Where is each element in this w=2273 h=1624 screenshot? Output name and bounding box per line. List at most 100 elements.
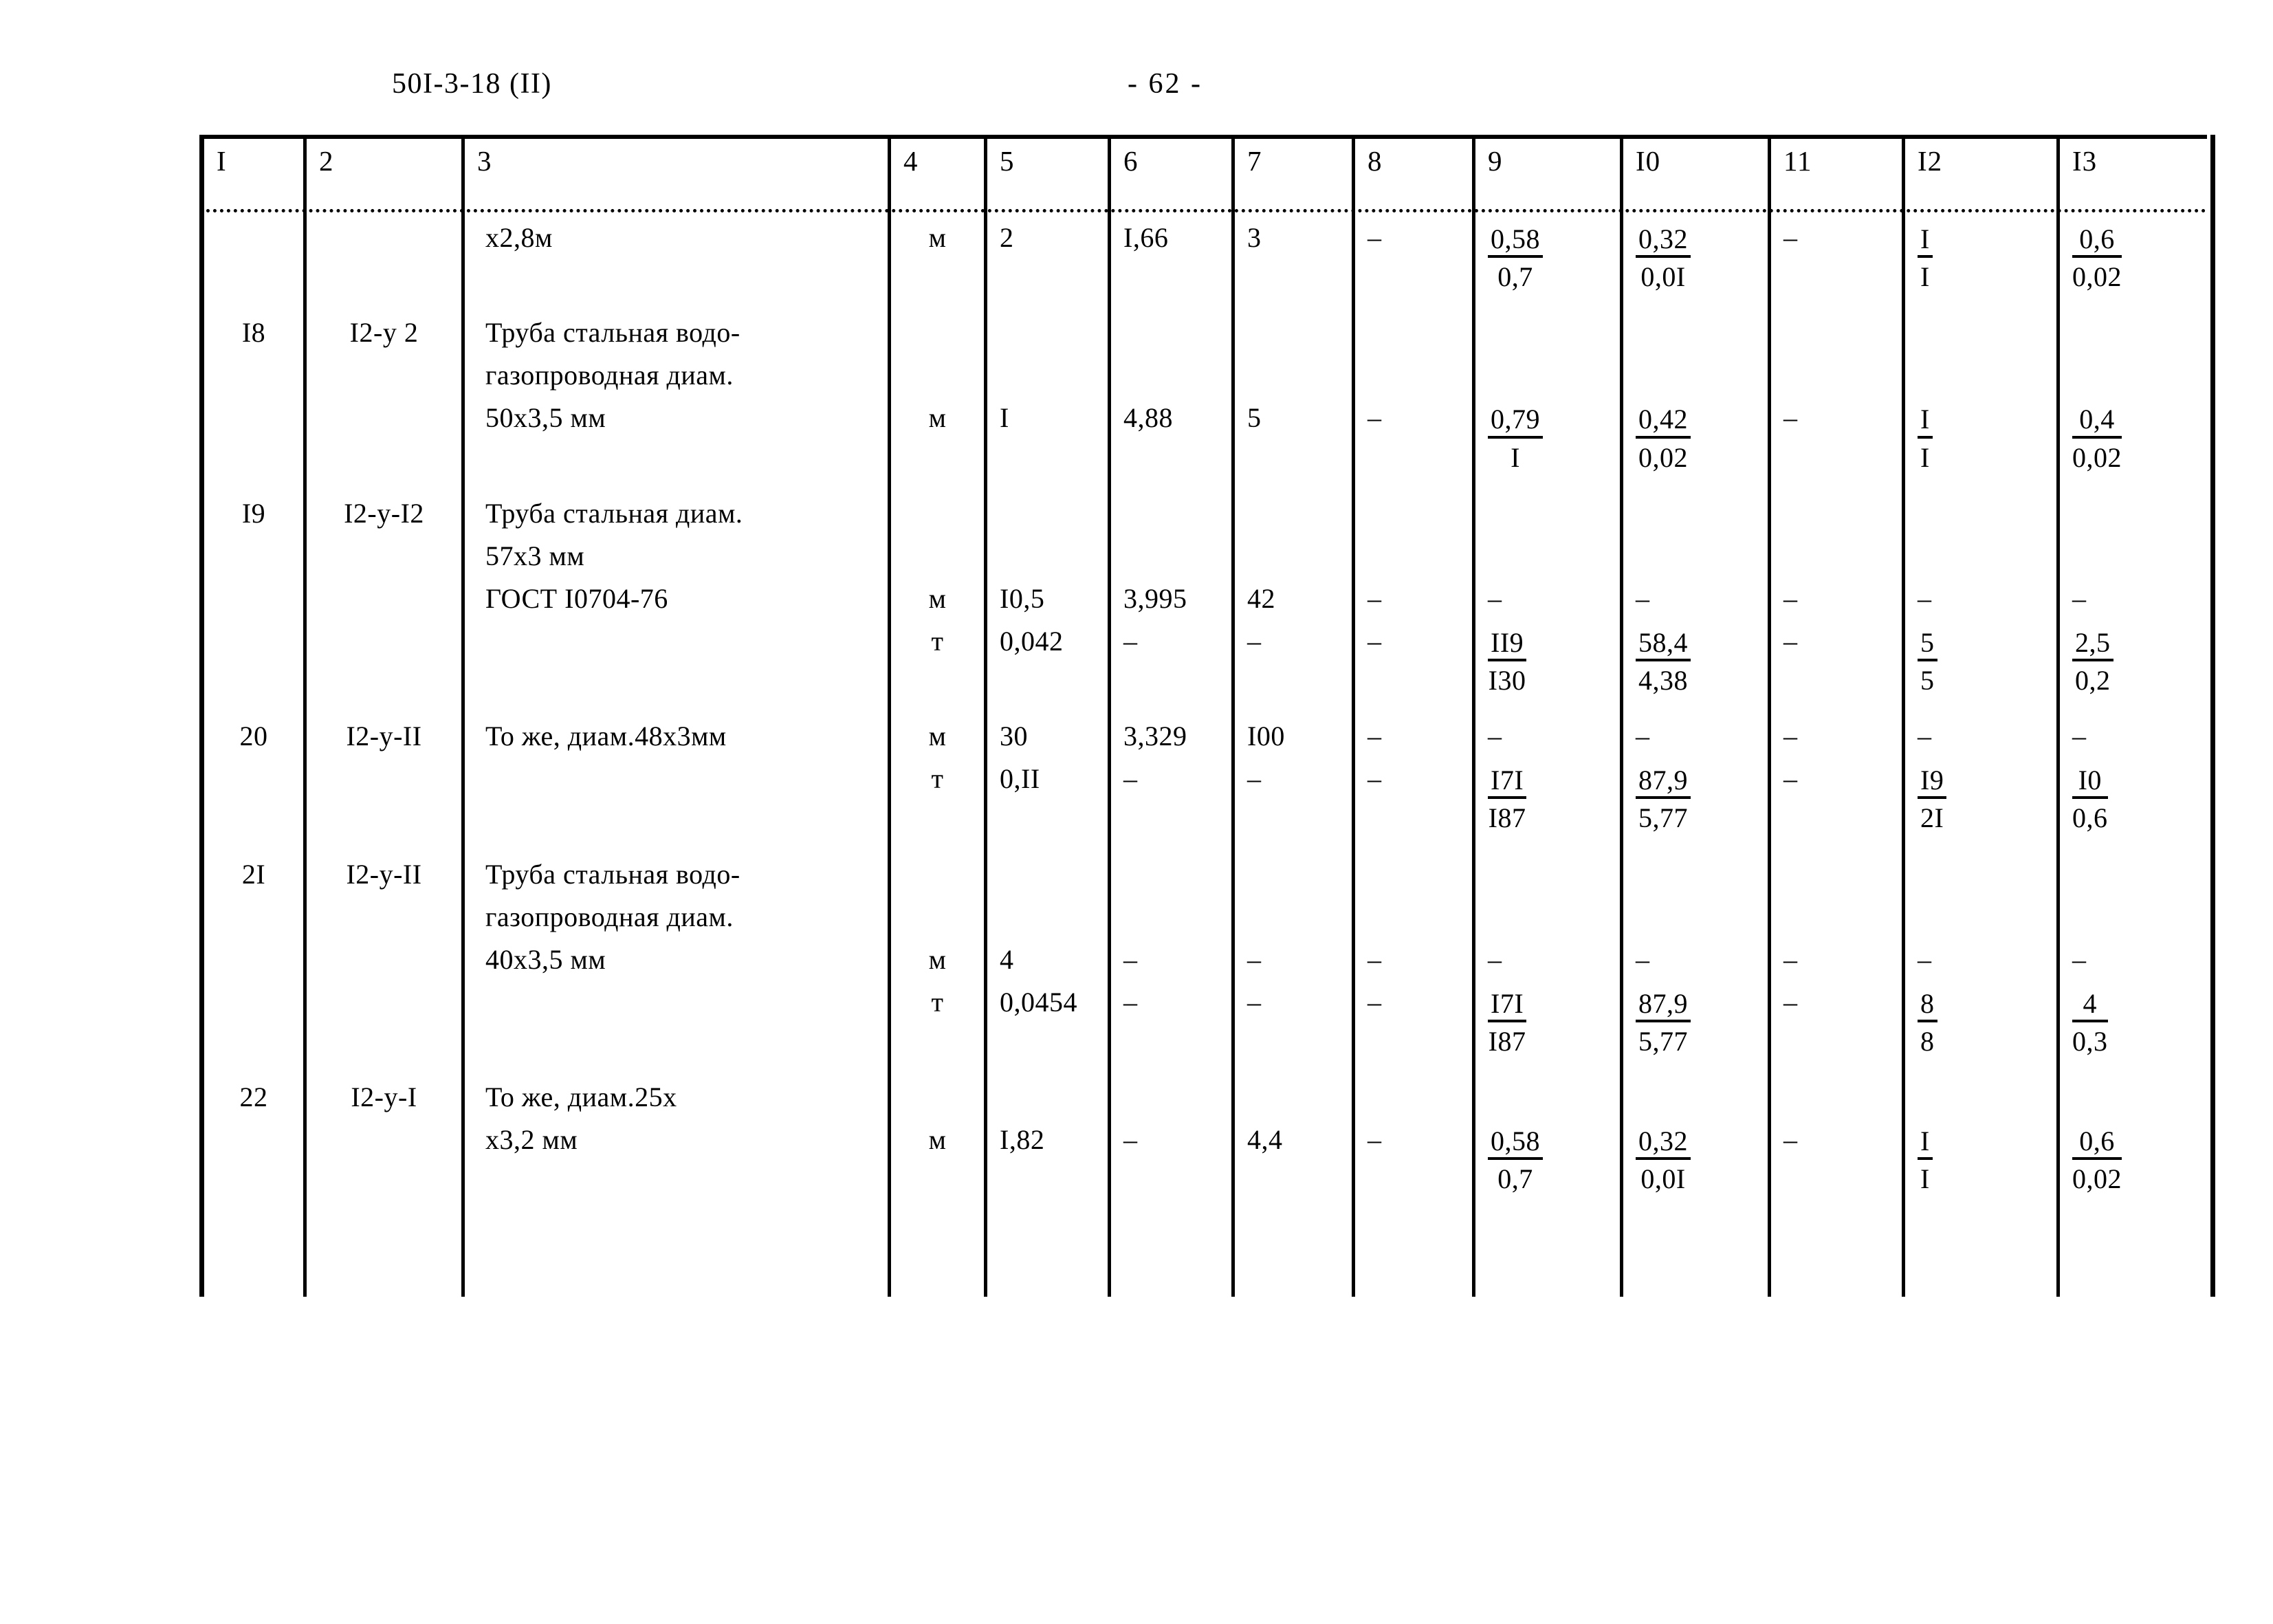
- description-line: Труба стальная диам.: [485, 497, 743, 529]
- specification-table: I 2 3 4 5 6 7 8 9 I0 11 I2 I3 х2,8м м 2 I,66 3–0,58 0,7 0,3…: [199, 135, 2215, 1568]
- fraction-denominator: 5,77: [1638, 802, 1688, 834]
- alignment-spacer: [1368, 362, 1464, 404]
- value-line: 5: [1247, 402, 1262, 434]
- alignment-spacer: [1247, 362, 1343, 404]
- mass-unit-cell: – –: [1108, 860, 1235, 1056]
- value-line: т: [931, 986, 944, 1018]
- column-header-8: 8: [1352, 135, 1475, 206]
- value-line: –: [2072, 945, 2202, 989]
- item-number-cell: I8: [199, 319, 307, 472]
- catalog-code-cell: [303, 224, 465, 292]
- spacer-cell: [199, 695, 307, 723]
- alignment-spacer: [899, 319, 976, 362]
- value-line: –: [1783, 986, 1798, 1018]
- value-line: 4,88: [1123, 402, 1173, 434]
- description-line: ГОСТ I0704-76: [485, 582, 668, 614]
- value-line: 0,32 0,0I: [1636, 1126, 1759, 1194]
- column8-cell: – –: [1352, 499, 1475, 696]
- fraction-value: 0,6 0,02: [2072, 224, 2122, 292]
- alignment-spacer: [1000, 1084, 1099, 1126]
- value-line: I0 0,6: [2072, 765, 2202, 833]
- value-line: 2,5 0,2: [2072, 628, 2202, 695]
- row-spacer: [199, 695, 2215, 723]
- spacer-cell: [461, 833, 891, 861]
- table-row: 22 I2-у-I То же, диам.25х х3,2 мм м I,82 – …: [199, 1081, 2215, 1194]
- description-cell: Труба стальная диам. 57х3 мм ГОСТ I0704-76: [461, 497, 891, 696]
- spacer-cell: [888, 472, 987, 500]
- spacer-cell: [461, 1194, 891, 1222]
- spacer-cell: [1231, 472, 1355, 500]
- spacer-cell: [1768, 695, 1905, 723]
- value-line: –: [1783, 721, 1798, 752]
- unit-cell: мт: [888, 499, 987, 696]
- quantity-cell: 2: [984, 224, 1111, 292]
- alignment-spacer: [1918, 500, 2048, 542]
- column10-cell: 0,32 0,0I: [1620, 224, 1771, 292]
- column12-cell: – 5 5: [1902, 499, 2060, 696]
- table-top-border: [199, 135, 2207, 139]
- value-line: 0,6 0,02: [2072, 224, 2202, 292]
- mass-unit-cell: –: [1108, 1083, 1235, 1194]
- spacer-cell: [1902, 833, 2060, 861]
- column-header-9: 9: [1472, 135, 1623, 206]
- description-line: То же, диам.25х: [485, 1081, 677, 1112]
- fraction-value: 0,32 0,0I: [1636, 224, 1691, 292]
- column10-cell: 0,32 0,0I: [1620, 1083, 1771, 1194]
- value-line: 42: [1247, 582, 1275, 614]
- item-number-cell: 22: [199, 1083, 307, 1194]
- column8-cell: –: [1352, 319, 1475, 472]
- alignment-spacer: [1247, 861, 1343, 903]
- alignment-spacer: [1247, 500, 1343, 542]
- row-spacer: [199, 1055, 2215, 1084]
- value-line: –: [1488, 945, 1612, 989]
- fraction-value: II: [1918, 404, 1933, 472]
- alignment-spacer: [1368, 903, 1464, 946]
- tail-cell: [1472, 1221, 1623, 1297]
- description-line: Труба стальная водо-: [485, 858, 740, 890]
- fraction-numerator: I: [1918, 404, 1933, 439]
- alignment-spacer: [1368, 319, 1464, 362]
- spacer-cell: [1472, 1055, 1623, 1084]
- value-line: 0,58 0,7: [1488, 224, 1612, 292]
- column11-cell: –: [1768, 319, 1905, 472]
- alignment-spacer: [2072, 861, 2202, 903]
- alignment-spacer: [1368, 542, 1464, 585]
- column9-cell: 0,58 0,7: [1472, 224, 1623, 292]
- column9-cell: – I7I I87: [1472, 723, 1623, 833]
- row-spacer: [199, 833, 2215, 861]
- spacer-cell: [1620, 292, 1771, 320]
- fraction-numerator: I9: [1918, 765, 1947, 800]
- spacer-cell: [1472, 472, 1623, 500]
- fraction-numerator: 5: [1918, 628, 1937, 661]
- spacer-cell: [1108, 695, 1235, 723]
- fraction-value: 88: [1918, 988, 1937, 1056]
- column11-cell: –: [1768, 224, 1905, 292]
- value-line: I9 2I: [1918, 765, 2048, 833]
- spacer-cell: [1472, 292, 1623, 320]
- alignment-spacer: [1123, 319, 1223, 362]
- fraction-numerator: I7I: [1488, 988, 1527, 1022]
- tail-cell: [1352, 1221, 1475, 1297]
- description-cell: Труба стальная водо-газопроводная диам. 4…: [461, 858, 891, 1056]
- alignment-spacer: [1636, 903, 1759, 946]
- mass-unit-cell: 4,88: [1108, 319, 1235, 472]
- alignment-spacer: [1123, 1084, 1223, 1126]
- tail-cell: [2056, 1221, 2215, 1297]
- alignment-spacer: [1368, 500, 1464, 542]
- value-line: –: [1918, 723, 2048, 765]
- alignment-spacer: [899, 362, 976, 404]
- description-cell: То же, диам.48х3мм: [461, 723, 891, 833]
- fraction-denominator: I: [1511, 441, 1520, 473]
- alignment-spacer: [1488, 500, 1612, 542]
- value-line: т: [931, 625, 944, 657]
- spacer-cell: [984, 695, 1111, 723]
- item-number-cell: [199, 224, 307, 292]
- quantity-cell: 4 0,0454: [984, 860, 1111, 1056]
- spacer-cell: [2056, 292, 2215, 320]
- description-line: газопроводная диам.: [485, 901, 734, 932]
- alignment-spacer: [1783, 1084, 1893, 1126]
- spacer-cell: [461, 292, 891, 320]
- column9-cell: 0,58 0,7: [1472, 1083, 1623, 1194]
- alignment-spacer: [1000, 542, 1099, 585]
- spacer-cell: [984, 1055, 1111, 1084]
